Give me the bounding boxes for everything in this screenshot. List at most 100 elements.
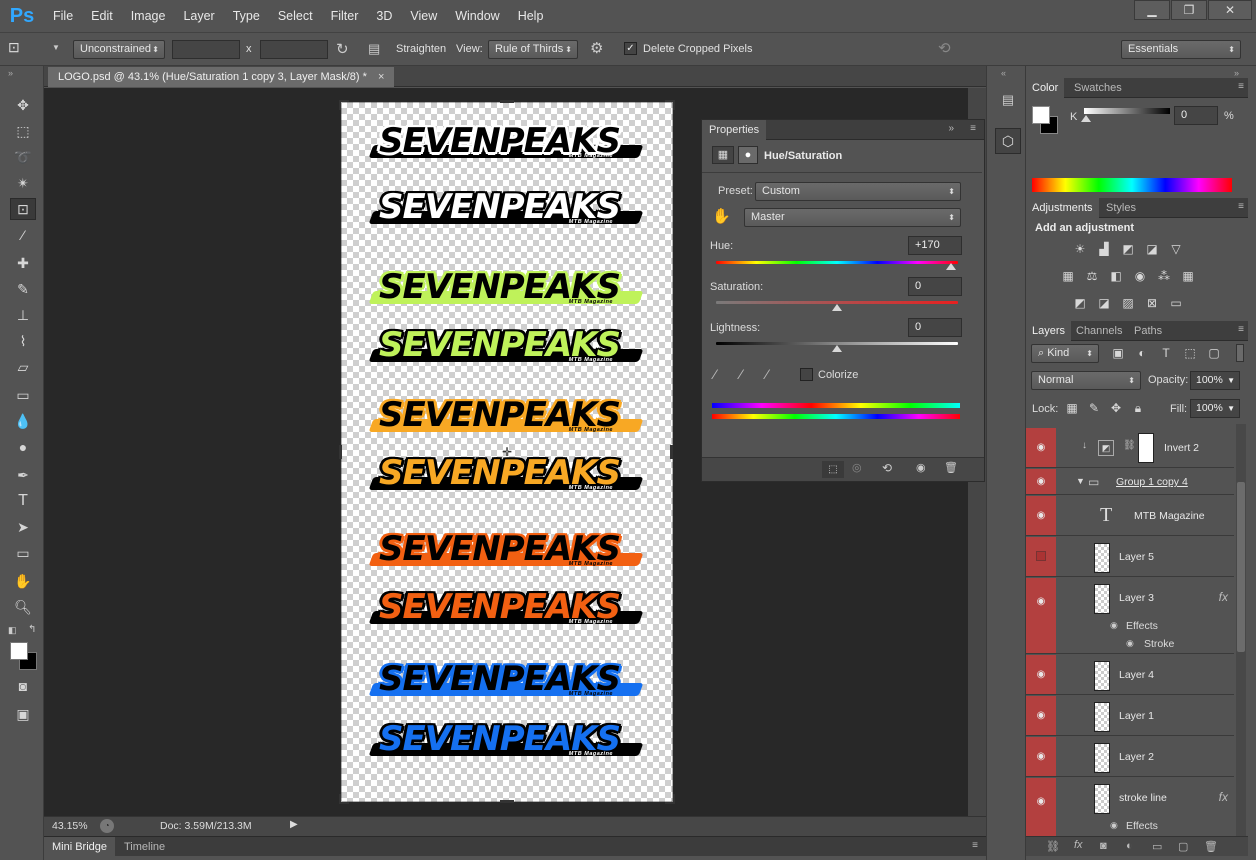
crop-handle-top[interactable]: [500, 100, 514, 103]
eyedropper-subtract-icon[interactable]: ⁄: [766, 366, 768, 382]
new-group-icon[interactable]: ▭: [1152, 840, 1162, 853]
tab-adjustments[interactable]: Adjustments: [1026, 198, 1099, 218]
lightness-input[interactable]: 0: [908, 318, 962, 337]
new-adjustment-icon[interactable]: ◐: [1126, 840, 1133, 852]
layers-scrollbar[interactable]: [1236, 424, 1246, 836]
hand-tool-icon[interactable]: ✋: [10, 570, 36, 592]
panel-menu-icon[interactable]: ≡: [972, 840, 978, 851]
layer-row[interactable]: ◉ Layer 4: [1026, 655, 1234, 695]
status-menu-arrow-icon[interactable]: ▶: [290, 819, 298, 830]
filter-toggle-switch[interactable]: [1236, 344, 1244, 362]
crop-handle-bottom[interactable]: [500, 800, 514, 803]
effect-eye-icon[interactable]: ◉: [1126, 638, 1134, 649]
mask-thumbnail[interactable]: [1138, 433, 1154, 463]
crop-tool-icon[interactable]: ⊡: [10, 198, 36, 220]
reset-icon[interactable]: ⟲: [938, 39, 956, 59]
3d-panel-icon[interactable]: ⬡: [995, 128, 1021, 154]
straighten-label[interactable]: Straighten: [396, 43, 446, 55]
clip-to-layer-icon[interactable]: ⬚: [822, 461, 844, 478]
quick-mask-icon[interactable]: ◙: [10, 675, 36, 697]
fx-icon[interactable]: fx: [1219, 590, 1228, 604]
add-style-fx-icon[interactable]: fx: [1074, 839, 1083, 851]
collapse-icon[interactable]: «: [1001, 68, 1006, 78]
eyedropper-icon[interactable]: ⁄: [714, 366, 716, 382]
k-slider-track[interactable]: [1084, 108, 1170, 114]
marquee-tool-icon[interactable]: ⬚: [10, 120, 36, 142]
menu-image[interactable]: Image: [122, 0, 175, 32]
crop-handle-left[interactable]: [339, 445, 342, 459]
layer-row[interactable]: ◉ Layer 3 fx ◉ Effects ◉ Stroke: [1026, 578, 1234, 654]
channel-mixer-icon[interactable]: ⁂: [1156, 269, 1172, 283]
crop-handle-top-left[interactable]: [339, 100, 349, 110]
lock-image-icon[interactable]: ✎: [1086, 401, 1102, 415]
colorize-checkbox[interactable]: [800, 368, 813, 381]
visibility-toggle[interactable]: ◉: [1026, 737, 1056, 776]
trash-icon[interactable]: 🗑︎: [944, 461, 958, 474]
close-button[interactable]: ✕: [1208, 0, 1252, 20]
visibility-toggle[interactable]: ◉: [1026, 578, 1056, 653]
hue-saturation-icon[interactable]: ▦: [1060, 269, 1076, 283]
restore-button[interactable]: ❐: [1171, 0, 1207, 20]
crop-width-input[interactable]: [172, 40, 240, 59]
layer-group-row[interactable]: ◉ ▼ ▭ Group 1 copy 4: [1026, 469, 1234, 495]
targeted-adjustment-hand-icon[interactable]: ✋: [712, 207, 731, 225]
menu-file[interactable]: File: [44, 0, 82, 32]
threshold-icon[interactable]: ▨: [1120, 296, 1136, 310]
menu-filter[interactable]: Filter: [322, 0, 368, 32]
view-overlay-select[interactable]: Rule of Thirds ⬍: [488, 40, 578, 59]
mask-icon[interactable]: ●: [738, 146, 758, 164]
invert-icon[interactable]: ◩: [1072, 296, 1088, 310]
collapse-icon[interactable]: »: [8, 68, 13, 78]
layer-row[interactable]: ◉ stroke line fx ◉ Effects: [1026, 778, 1234, 836]
posterize-icon[interactable]: ◪: [1096, 296, 1112, 310]
collapse-dock-icon[interactable]: »: [1234, 68, 1239, 78]
levels-icon[interactable]: ▟: [1096, 242, 1112, 256]
filter-shape-icon[interactable]: ⬚: [1182, 346, 1198, 360]
workspace-select[interactable]: Essentials ⬍: [1121, 40, 1241, 59]
saturation-input[interactable]: 0: [908, 277, 962, 296]
color-spectrum[interactable]: [1032, 178, 1232, 192]
view-previous-state-icon[interactable]: ◎: [852, 461, 862, 474]
brush-tool-icon[interactable]: ✎: [10, 278, 36, 300]
adjustment-layer-icon[interactable]: ▦: [712, 146, 734, 164]
panel-menu-icon[interactable]: ≡: [1238, 201, 1244, 212]
visibility-eye-icon[interactable]: ◉: [916, 461, 926, 474]
gradient-tool-icon[interactable]: ▭: [10, 384, 36, 406]
swap-colors-icon[interactable]: ↰: [28, 624, 36, 635]
tool-preset-arrow-icon[interactable]: ▼: [52, 43, 60, 52]
lock-all-icon[interactable]: 🔒︎: [1130, 401, 1146, 415]
path-selection-tool-icon[interactable]: ➤: [10, 516, 36, 538]
tab-mini-bridge[interactable]: Mini Bridge: [44, 837, 116, 857]
menu-edit[interactable]: Edit: [82, 0, 122, 32]
menu-select[interactable]: Select: [269, 0, 322, 32]
layer-row[interactable]: ◉ ↓ ◩ ⛓ Invert 2: [1026, 428, 1234, 468]
tab-color[interactable]: Color: [1026, 78, 1065, 98]
layer-row[interactable]: Layer 5: [1026, 537, 1234, 577]
filter-type-icon[interactable]: T: [1158, 346, 1174, 360]
tab-properties[interactable]: Properties: [702, 120, 767, 140]
swap-icon[interactable]: ↻: [336, 40, 354, 60]
trash-icon[interactable]: 🗑︎: [1204, 840, 1218, 853]
tab-channels[interactable]: Channels: [1070, 321, 1128, 341]
hue-input[interactable]: +170: [908, 236, 962, 255]
crop-handle-bottom-right[interactable]: [665, 794, 675, 804]
type-tool-icon[interactable]: T: [10, 490, 36, 512]
layer-row[interactable]: ◉ Layer 2: [1026, 737, 1234, 777]
effect-eye-icon[interactable]: ◉: [1110, 820, 1118, 831]
history-brush-tool-icon[interactable]: ⌇: [10, 330, 36, 352]
menu-layer[interactable]: Layer: [174, 0, 223, 32]
crop-height-input[interactable]: [260, 40, 328, 59]
hue-slider-thumb[interactable]: [945, 263, 956, 270]
clone-stamp-tool-icon[interactable]: ⊥: [10, 304, 36, 326]
tab-layers[interactable]: Layers: [1026, 321, 1072, 341]
straighten-icon[interactable]: ▤: [368, 41, 386, 59]
panel-menu-icon[interactable]: ≡: [1238, 81, 1244, 92]
gradient-map-icon[interactable]: ▭: [1168, 296, 1184, 310]
eyedropper-add-icon[interactable]: ⁄: [740, 366, 742, 382]
k-slider-thumb[interactable]: [1081, 115, 1091, 122]
document-tab[interactable]: LOGO.psd @ 43.1% (Hue/Saturation 1 copy …: [48, 67, 395, 87]
healing-brush-tool-icon[interactable]: ✚: [10, 252, 36, 274]
screen-mode-icon[interactable]: ▣: [10, 703, 36, 725]
visibility-toggle[interactable]: ◉: [1026, 696, 1056, 735]
gear-icon[interactable]: ⚙: [590, 39, 608, 59]
